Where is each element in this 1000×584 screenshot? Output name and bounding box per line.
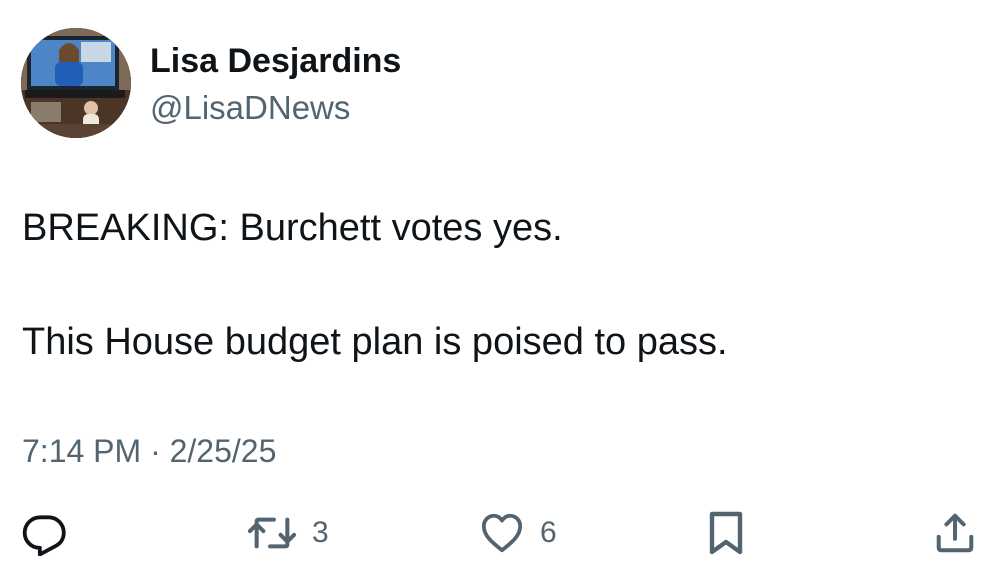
retweet-icon — [247, 517, 297, 549]
share-icon — [936, 513, 974, 553]
tweet-text-line: BREAKING: Burchett votes yes. — [22, 207, 563, 249]
heart-icon — [481, 513, 523, 553]
bookmark-button[interactable] — [706, 505, 746, 561]
reply-button[interactable] — [22, 505, 68, 561]
avatar-image — [21, 28, 131, 138]
tweet-text-line: This House budget plan is poised to pass… — [22, 321, 728, 363]
author-display-name[interactable]: Lisa Desjardins — [150, 40, 401, 82]
tweet-card: Lisa Desjardins @LisaDNews BREAKING: Bur… — [0, 0, 1000, 584]
like-count: 6 — [540, 516, 557, 549]
share-button[interactable] — [932, 505, 978, 561]
tweet-text: BREAKING: Burchett votes yes. This House… — [22, 205, 972, 365]
like-button[interactable]: 6 — [478, 505, 557, 561]
reply-icon — [22, 515, 66, 556]
retweet-count: 3 — [312, 516, 329, 549]
bookmark-icon — [709, 511, 743, 555]
author-handle[interactable]: @LisaDNews — [150, 88, 350, 128]
tweet-timestamp[interactable]: 7:14 PM · 2/25/25 — [22, 431, 276, 471]
avatar[interactable] — [21, 28, 131, 138]
retweet-button[interactable]: 3 — [246, 505, 329, 561]
action-bar: 3 6 — [0, 505, 1000, 561]
